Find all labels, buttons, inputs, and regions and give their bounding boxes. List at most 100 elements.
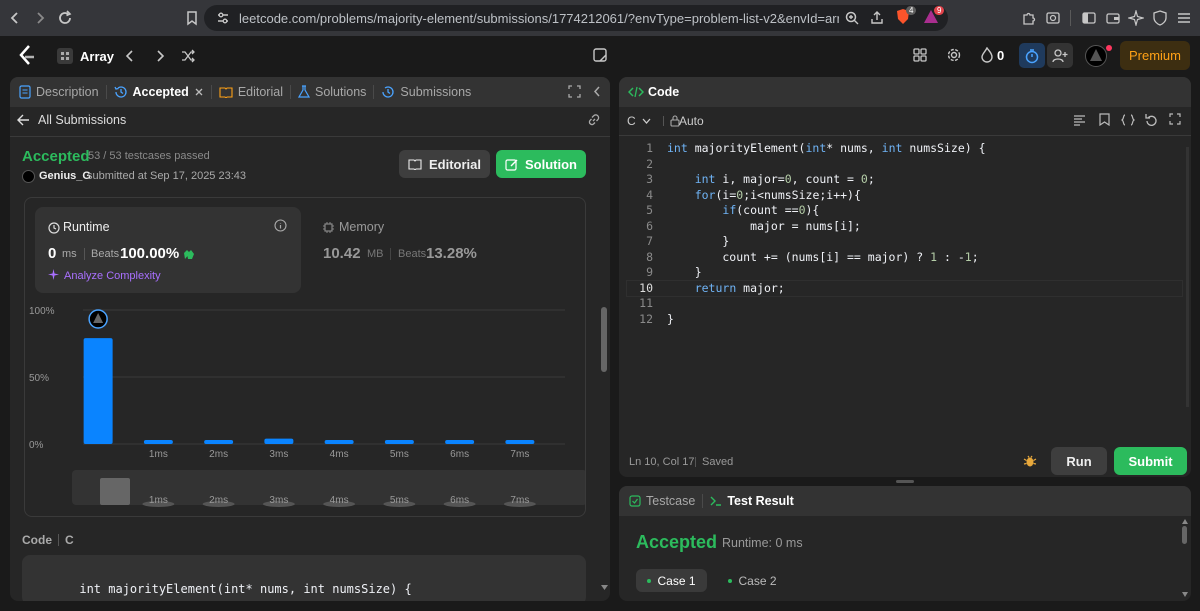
tab-submissions[interactable]: Submissions [374, 77, 478, 107]
vpn-icon[interactable] [1148, 6, 1172, 30]
username[interactable]: Genius_G [39, 170, 91, 182]
reset-icon[interactable] [1145, 113, 1158, 126]
site-info-icon[interactable] [216, 11, 230, 25]
analyze-complexity-link[interactable]: Analyze Complexity [64, 270, 161, 282]
problem-list-title[interactable]: Array [80, 49, 114, 64]
address-bar[interactable]: leetcode.com/problems/majority-element/s… [204, 5, 948, 31]
fire-icon[interactable] [980, 47, 994, 63]
info-icon[interactable] [274, 219, 287, 232]
tab-editorial[interactable]: Editorial [212, 77, 290, 107]
cursor-position: Ln 10, Col 17 [629, 456, 695, 468]
result-status: Accepted [636, 532, 718, 552]
terminal-icon [710, 496, 722, 506]
chart-bar [505, 439, 535, 444]
user-avatar[interactable] [22, 170, 35, 183]
share-icon[interactable] [869, 10, 885, 26]
scroll-up-arrow-icon[interactable] [1182, 519, 1188, 524]
tab-description-label: Description [36, 85, 99, 99]
code-line: 11 [627, 296, 1182, 312]
format-icon[interactable] [1073, 114, 1086, 126]
chart-bar [445, 439, 475, 444]
problem-list-icon[interactable] [57, 48, 73, 64]
runtime-distribution-chart[interactable]: 100% 50% 0% 1ms 2ms 3ms 4ms 5ms 6ms 7ms 1ms 2ms 3ms 4… [25, 298, 585, 548]
memory-chip-icon [323, 222, 334, 233]
language-selector[interactable]: C [627, 114, 651, 128]
line-number: 5 [646, 203, 653, 217]
y-tick-label: 50% [29, 373, 49, 384]
rewards-badge: 9 [934, 6, 945, 15]
memory-beats: 13.28% [426, 245, 477, 262]
extensions-icon[interactable] [1017, 6, 1041, 30]
submit-button[interactable]: Submit [1114, 447, 1187, 475]
tab-description[interactable]: Description [10, 77, 106, 107]
code-editor[interactable]: 1 int majorityElement(int* nums, int nums… [626, 141, 1183, 327]
x-tick-label: 3ms [269, 449, 288, 460]
notes-icon[interactable] [592, 47, 608, 63]
x-tick-label: 1ms [149, 449, 168, 460]
copy-link-icon[interactable] [587, 113, 601, 127]
mode-label[interactable]: Auto [679, 114, 704, 128]
line-code: } [667, 311, 674, 326]
wallet-icon[interactable] [1101, 6, 1125, 30]
flask-icon [297, 85, 310, 98]
bookmark-icon[interactable] [1099, 113, 1110, 126]
sidebar-icon[interactable] [1077, 6, 1101, 30]
shuffle-icon[interactable] [180, 48, 196, 64]
case-1-tab[interactable]: Case 1 [636, 569, 707, 592]
maximize-icon[interactable] [568, 85, 581, 98]
code-tab-title[interactable]: Code [648, 85, 679, 99]
zoom-icon[interactable] [844, 10, 860, 26]
pass-dot [647, 578, 652, 583]
tab-test-result[interactable]: Test Result [703, 486, 800, 516]
line-number: 12 [639, 311, 653, 326]
fullscreen-icon[interactable] [1169, 113, 1181, 125]
next-problem-icon[interactable] [154, 49, 166, 63]
bookmark-icon[interactable] [180, 6, 204, 30]
settings-gear-icon[interactable] [946, 47, 962, 63]
vertical-resize-handle[interactable] [896, 480, 914, 483]
curly-braces-icon[interactable] [1121, 114, 1135, 126]
editorial-button[interactable]: Editorial [399, 150, 490, 178]
leetcode-logo-icon[interactable] [17, 45, 37, 67]
tab-solutions[interactable]: Solutions [291, 77, 373, 107]
timer-button[interactable] [1019, 43, 1045, 68]
avatar[interactable] [1085, 45, 1107, 67]
add-friend-button[interactable] [1047, 43, 1073, 68]
editor-scrollbar[interactable] [1186, 147, 1189, 407]
close-icon[interactable] [194, 87, 204, 97]
line-code: count += (nums[i] == major) ? 1 : -1; [667, 249, 979, 264]
tab-submissions-label: Submissions [400, 85, 472, 99]
memory-card[interactable]: Memory 10.42 MB Beats 13.28% [310, 207, 510, 293]
prev-problem-icon[interactable] [124, 49, 136, 63]
memory-value: 10.42 [323, 245, 361, 262]
result-scrollbar[interactable] [1182, 526, 1187, 544]
case-2-tab[interactable]: Case 2 [717, 569, 788, 592]
code-section-label: Code [22, 533, 52, 547]
screenshot-icon[interactable] [1041, 6, 1065, 30]
memory-title: Memory [339, 220, 385, 234]
reload-icon[interactable] [53, 6, 77, 30]
left-panel-scrollbar[interactable] [601, 307, 607, 372]
layout-icon[interactable] [912, 47, 928, 63]
history-icon [113, 86, 127, 98]
solution-button[interactable]: Solution [496, 150, 586, 178]
leo-ai-icon[interactable] [1124, 6, 1148, 30]
code-preview[interactable]: int majorityElement(int* nums, int numsS… [22, 555, 586, 601]
y-tick-label: 0% [29, 440, 44, 451]
debug-bug-icon[interactable] [1023, 454, 1037, 468]
premium-button[interactable]: Premium [1120, 41, 1190, 70]
menu-icon[interactable] [1172, 6, 1196, 30]
scroll-down-arrow-icon[interactable] [1182, 592, 1188, 597]
tab-testcase[interactable]: Testcase [619, 486, 702, 516]
back-icon[interactable] [3, 6, 27, 30]
tab-accepted[interactable]: Accepted [107, 77, 211, 107]
scroll-down-arrow-icon[interactable] [601, 585, 608, 590]
runtime-card[interactable]: Runtime 0 ms Beats 100.00% Analyze Compl… [35, 207, 301, 293]
all-submissions-link[interactable]: All Submissions [17, 113, 126, 127]
collapse-chevron-icon[interactable] [592, 85, 602, 98]
result-runtime: Runtime: 0 ms [722, 536, 803, 550]
forward-icon[interactable] [28, 6, 52, 30]
save-status: Saved [702, 456, 734, 468]
run-button[interactable]: Run [1051, 447, 1107, 475]
line-code: if(count ==0){ [722, 203, 820, 217]
